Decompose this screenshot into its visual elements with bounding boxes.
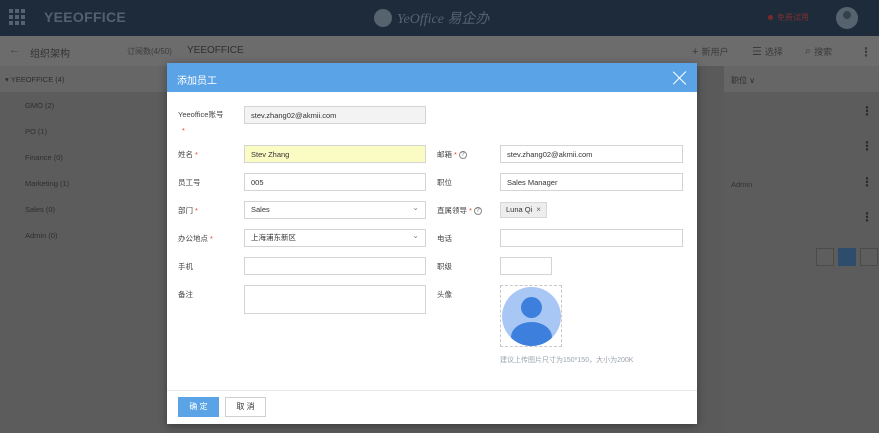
mobile-label: 手机 <box>178 262 193 271</box>
department-select-value: Sales <box>251 205 270 214</box>
sub-toolbar: ← 组织架构 订阅数(4/50) YEEOFFICE + 新用户 ☰ 选择 ⌕ … <box>0 36 879 66</box>
phone-field[interactable] <box>500 229 683 247</box>
help-circle-icon[interactable]: ? <box>458 151 467 160</box>
office-select-value: 上海浦东新区 <box>251 233 296 242</box>
select-button[interactable]: ☰ 选择 <box>752 45 783 58</box>
required-mark: * <box>195 206 198 215</box>
brand-name: YEEOFFICE <box>44 9 127 25</box>
office-label-text: 办公地点 <box>178 234 208 243</box>
name-field[interactable] <box>244 145 426 163</box>
note-label: 备注 <box>178 290 193 299</box>
search-button[interactable]: ⌕ 搜索 <box>805 45 832 58</box>
required-mark: * <box>210 234 213 243</box>
email-field[interactable] <box>500 145 683 163</box>
manager-tag-label: Luna Qi <box>506 205 533 214</box>
list-icon: ☰ <box>752 46 762 58</box>
account-label: Yeeoffice账号 <box>178 110 224 119</box>
tree-item[interactable]: Finance (0) <box>25 153 63 162</box>
required-mark: * <box>469 206 472 215</box>
phone-label: 电话 <box>437 234 452 243</box>
center-logo: YeOffice 易企办 <box>374 8 489 28</box>
pager-next-button[interactable] <box>860 248 878 266</box>
company-name: YEEOFFICE <box>187 45 244 56</box>
department-label: 部门 * <box>178 206 198 216</box>
position-column-header[interactable]: 职位 ∨ <box>724 66 879 92</box>
position-cell: Admin <box>731 180 753 189</box>
tree-item[interactable]: Admin (0) <box>25 231 58 240</box>
search-label: 搜索 <box>814 47 833 57</box>
user-avatar-icon <box>502 287 561 346</box>
account-field[interactable] <box>244 106 426 124</box>
manager-tag: Luna Qi × <box>500 202 547 218</box>
email-label: 邮箱 *? <box>437 150 467 160</box>
plus-icon: + <box>692 45 699 58</box>
help-circle-icon[interactable]: ? <box>473 207 482 216</box>
more-vert-icon[interactable]: ⋮ <box>861 210 873 224</box>
name-label: 姓名 * <box>178 150 198 160</box>
select-label: 选择 <box>764 47 783 57</box>
manager-label-text: 直属领导 <box>437 206 467 215</box>
add-employee-dialog: 添加员工 Yeeoffice账号 * 姓名* 邮箱*? 员工号 职位 部门* S… <box>167 63 697 424</box>
mobile-field[interactable] <box>244 257 426 275</box>
free-trial-link[interactable]: 免费试用 <box>768 12 809 23</box>
required-mark: * <box>195 150 198 159</box>
dialog-footer-divider <box>167 390 697 391</box>
required-mark: * <box>454 150 457 159</box>
position-column-label: 职位 ∨ <box>731 76 756 85</box>
pager-prev-button[interactable] <box>816 248 834 266</box>
avatar-head <box>521 297 542 318</box>
back-arrow-icon[interactable]: ← <box>9 44 20 56</box>
tree-item[interactable]: PO (1) <box>25 127 47 136</box>
tree-item[interactable]: GMO (2) <box>25 101 54 110</box>
manager-label: 直属领导 *? <box>437 206 482 216</box>
avatar-upload[interactable] <box>500 285 562 347</box>
dialog-title: 添加员工 <box>177 76 217 87</box>
more-vert-icon[interactable]: ⋮ <box>861 175 873 189</box>
avatar-body <box>511 322 552 346</box>
search-icon: ⌕ <box>805 45 812 57</box>
more-vert-icon[interactable]: ⋮ <box>860 45 872 59</box>
pager-page-button[interactable] <box>838 248 856 266</box>
tree-root[interactable]: ▾ YEEOFFICE (4) <box>0 66 167 92</box>
office-select[interactable]: 上海浦东新区 <box>244 228 426 247</box>
confirm-button[interactable]: 确 定 <box>178 397 219 417</box>
free-trial-label: 免费试用 <box>777 13 809 22</box>
employee-number-label: 员工号 <box>178 178 201 187</box>
note-textarea[interactable] <box>244 285 426 314</box>
top-navbar: YEEOFFICE YeOffice 易企办 免费试用 <box>0 0 879 36</box>
level-label: 职级 <box>437 262 452 271</box>
close-icon[interactable] <box>672 70 687 85</box>
avatar-label: 头像 <box>437 290 452 299</box>
email-label-text: 邮箱 <box>437 150 452 159</box>
position-field[interactable] <box>500 173 683 191</box>
page-title: 组织架构 <box>30 49 70 60</box>
user-avatar-icon[interactable] <box>836 7 858 29</box>
center-logo-text: YeOffice 易企办 <box>397 12 490 27</box>
position-label: 职位 <box>437 178 452 187</box>
tree-item[interactable]: Marketing (1) <box>25 179 69 188</box>
department-select[interactable]: Sales <box>244 200 426 219</box>
apps-grid-icon[interactable] <box>9 9 25 25</box>
org-tree: ▾ YEEOFFICE (4) GMO (2) PO (1) Finance (… <box>0 66 167 433</box>
remove-tag-icon[interactable]: × <box>536 203 541 217</box>
more-vert-icon[interactable]: ⋮ <box>861 104 873 118</box>
more-vert-icon[interactable]: ⋮ <box>861 139 873 153</box>
avatar-hint: 建议上传图片尺寸为150*150，大小为200K <box>500 357 634 364</box>
subscription-count: 订阅数(4/50) <box>127 47 172 56</box>
tree-item[interactable]: Sales (0) <box>25 205 55 214</box>
dialog-header: 添加员工 <box>167 63 697 92</box>
employee-number-field[interactable] <box>244 173 426 191</box>
name-label-text: 姓名 <box>178 150 193 159</box>
office-label: 办公地点 * <box>178 234 213 244</box>
cancel-button[interactable]: 取 消 <box>225 397 266 417</box>
trial-dot-icon <box>768 15 773 20</box>
tree-root-label: ▾ YEEOFFICE (4) <box>5 75 65 84</box>
department-label-text: 部门 <box>178 206 193 215</box>
logo-icon <box>374 9 392 27</box>
user-table-right: 职位 ∨ ⋮ ⋮ ⋮ ⋮ Admin <box>724 66 879 433</box>
required-mark: * <box>182 126 185 135</box>
new-user-label: 新用户 <box>701 47 729 57</box>
new-user-button[interactable]: + 新用户 <box>692 45 728 58</box>
level-field[interactable] <box>500 257 552 275</box>
